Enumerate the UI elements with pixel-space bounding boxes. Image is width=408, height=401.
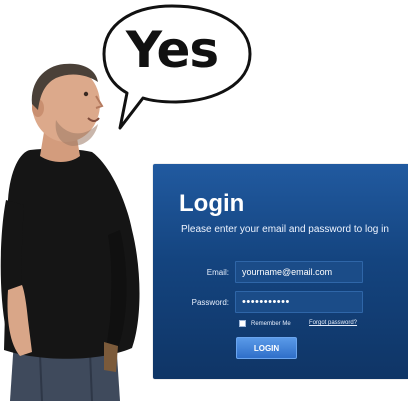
- remember-me-label: Remember Me: [251, 320, 291, 327]
- login-subtitle: Please enter your email and password to …: [181, 224, 389, 235]
- forgot-password-link[interactable]: Forgot password?: [309, 320, 357, 326]
- login-panel: Login Please enter your email and passwo…: [153, 164, 408, 379]
- login-title: Login: [179, 190, 245, 217]
- password-field[interactable]: [235, 291, 363, 313]
- login-button[interactable]: LOGIN: [236, 337, 297, 359]
- person-illustration: [0, 63, 140, 401]
- remember-me-checkbox[interactable]: [239, 320, 246, 327]
- remember-me-option[interactable]: Remember Me: [239, 320, 291, 327]
- email-field[interactable]: [235, 261, 363, 283]
- email-label: Email:: [206, 268, 229, 277]
- password-label: Password:: [191, 298, 229, 307]
